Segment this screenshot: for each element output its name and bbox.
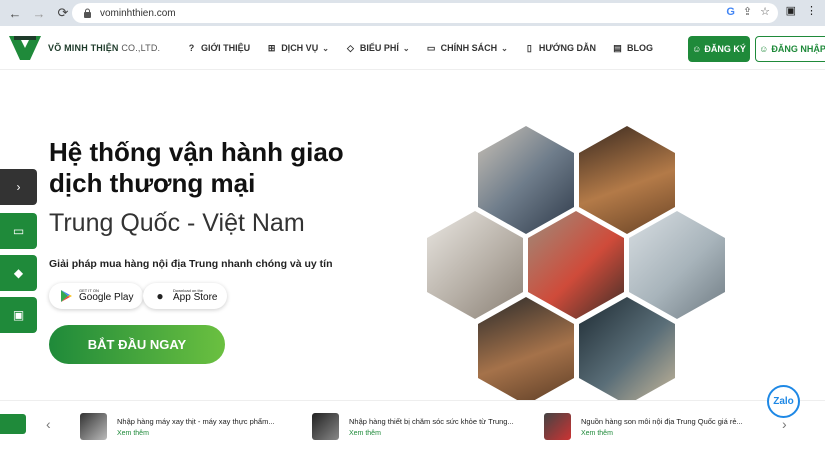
strip-accent bbox=[0, 414, 26, 434]
newspaper-icon: ▤ bbox=[613, 42, 622, 53]
chevron-left-icon[interactable]: ‹ bbox=[46, 416, 51, 432]
hex-image-documents bbox=[629, 211, 725, 319]
chevron-down-icon: ⌄ bbox=[322, 43, 329, 53]
hex-image-packaging bbox=[528, 211, 624, 319]
menu-icon[interactable]: ⋮ bbox=[806, 4, 817, 17]
news-thumbnail bbox=[544, 413, 571, 440]
menu-item-gioi-thieu[interactable]: ? GIỚI THIỆU bbox=[186, 43, 250, 54]
side-tab-tag[interactable]: ◆ bbox=[0, 255, 37, 291]
chevron-down-icon: ⌄ bbox=[402, 43, 410, 53]
hero-subtitle: Trung Quốc - Việt Nam bbox=[49, 209, 305, 237]
news-thumbnail bbox=[312, 413, 339, 440]
hero-title: Hệ thống vận hành giao dịch thương mại bbox=[49, 137, 344, 198]
menu-item-blog[interactable]: ▤ BLOG bbox=[612, 43, 653, 54]
hex-image-laptop-typing bbox=[478, 126, 574, 234]
grid-icon: ⊞ bbox=[267, 42, 276, 53]
hero-section: Hệ thống vận hành giao dịch thương mại T… bbox=[0, 71, 825, 405]
app-store-button[interactable]: ● Download on the App Store bbox=[143, 283, 228, 309]
menu-item-bieu-phi[interactable]: ◇ BIỂU PHÍ ⌄ bbox=[345, 43, 410, 54]
tag-icon: ◆ bbox=[13, 266, 24, 280]
chevron-down-icon: ⌄ bbox=[501, 43, 508, 53]
user-icon: ☺ bbox=[759, 44, 769, 54]
browser-toolbar: ← → ⟳ vominhthien.com G ⇪ ☆ ▣ ⋮ bbox=[0, 0, 825, 26]
share-icon[interactable]: ⇪ bbox=[743, 5, 752, 18]
menu-item-huong-dan[interactable]: ▯ HƯỚNG DẪN bbox=[524, 43, 596, 54]
hero-tagline: Giải pháp mua hàng nội địa Trung nhanh c… bbox=[49, 258, 333, 270]
news-strip: ‹ Nhập hàng máy xay thịt - máy xay thực … bbox=[0, 400, 825, 450]
zalo-chat-button[interactable]: Zalo bbox=[767, 385, 800, 418]
document-icon: ▯ bbox=[526, 42, 532, 53]
logo[interactable]: VÕ MINH THIỆN CO.,LTD. bbox=[8, 34, 160, 62]
url-text[interactable]: vominhthien.com bbox=[100, 8, 176, 19]
address-bar[interactable]: vominhthien.com G ⇪ ☆ bbox=[72, 3, 778, 23]
news-thumbnail bbox=[80, 413, 107, 440]
register-button[interactable]: ☺ ĐĂNG KÝ bbox=[688, 36, 750, 62]
side-tab-truck[interactable]: ▣ bbox=[0, 297, 37, 333]
chevron-right-icon: › bbox=[16, 180, 21, 194]
news-item[interactable]: Nhập hàng máy xay thịt - máy xay thực ph… bbox=[80, 413, 275, 440]
sidebar-icon[interactable]: ▣ bbox=[786, 4, 796, 17]
side-tab-card[interactable]: ▭ bbox=[0, 213, 37, 249]
hex-image-boxes bbox=[478, 297, 574, 405]
google-icon[interactable]: G bbox=[726, 6, 735, 18]
menu-item-chinh-sach[interactable]: ▭ CHÍNH SÁCH ⌄ bbox=[426, 43, 508, 54]
lock-icon[interactable] bbox=[80, 6, 94, 20]
start-now-button[interactable]: BẮT ĐẦU NGAY bbox=[49, 325, 225, 364]
news-item[interactable]: Nhập hàng thiết bị chăm sóc sức khỏe từ … bbox=[312, 413, 514, 440]
hex-image-cardboard-box bbox=[579, 126, 675, 234]
logo-mark-icon bbox=[9, 36, 41, 60]
card-icon: ▭ bbox=[12, 224, 25, 238]
brand-name: VÕ MINH THIỆN CO.,LTD. bbox=[48, 43, 161, 53]
google-play-button[interactable]: GET IT ON Google Play bbox=[49, 283, 144, 309]
site-header: VÕ MINH THIỆN CO.,LTD. ? GIỚI THIỆU ⊞ DỊ… bbox=[0, 26, 825, 70]
apple-icon: ● bbox=[156, 289, 164, 303]
side-tab-expand[interactable]: › bbox=[0, 169, 37, 205]
help-circle-icon: ? bbox=[188, 43, 195, 53]
reload-icon[interactable]: ⟳ bbox=[54, 4, 72, 22]
user-icon: ☺ bbox=[692, 44, 702, 54]
menu-item-dich-vu[interactable]: ⊞ DỊCH VỤ ⌄ bbox=[266, 43, 329, 54]
hex-image-shopping-online bbox=[427, 211, 523, 319]
main-menu: ? GIỚI THIỆU ⊞ DỊCH VỤ ⌄ ◇ BIỂU PHÍ ⌄ ▭ … bbox=[186, 26, 669, 70]
forward-icon[interactable]: → bbox=[30, 4, 48, 22]
tag-icon: ◇ bbox=[346, 42, 354, 53]
back-icon[interactable]: ← bbox=[6, 4, 24, 22]
truck-icon: ▣ bbox=[12, 308, 25, 322]
login-button[interactable]: ☺ ĐĂNG NHẬP bbox=[755, 36, 825, 62]
chevron-right-icon[interactable]: › bbox=[782, 416, 787, 432]
star-icon[interactable]: ☆ bbox=[760, 5, 770, 18]
google-play-icon bbox=[61, 290, 72, 302]
hex-image-workspace bbox=[579, 297, 675, 405]
news-item[interactable]: Nguồn hàng son môi nội địa Trung Quốc gi… bbox=[544, 413, 743, 440]
briefcase-icon: ▭ bbox=[426, 42, 436, 53]
